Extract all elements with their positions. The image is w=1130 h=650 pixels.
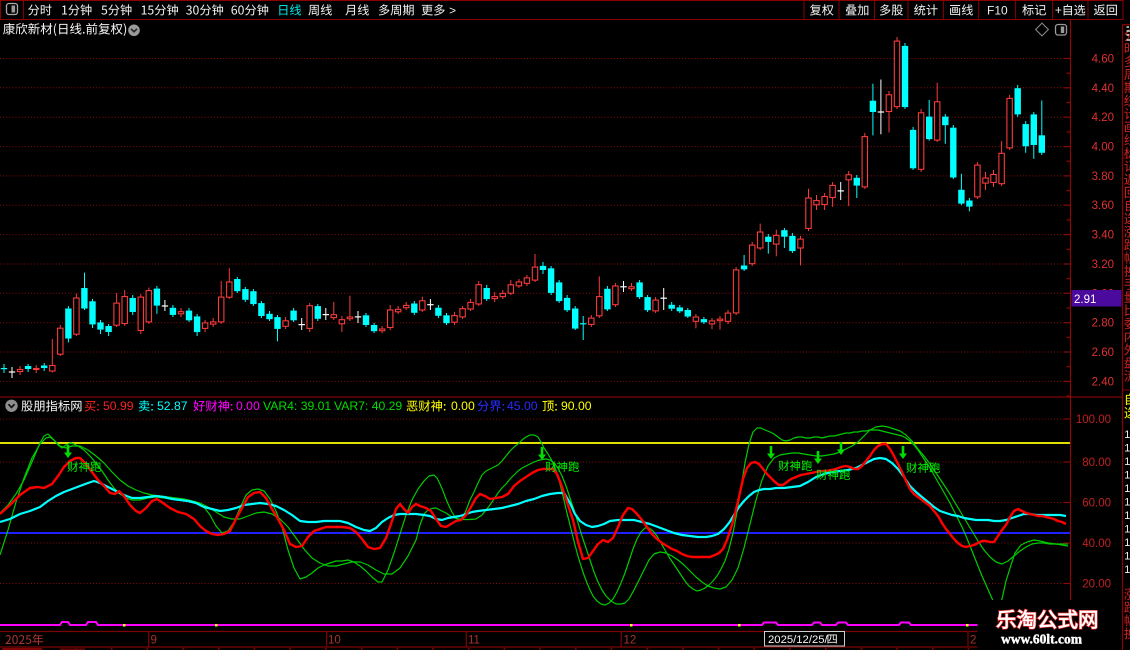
svg-text:>: > [449,4,456,18]
svg-text:1: 1 [1124,443,1130,455]
svg-text:2.91: 2.91 [1074,294,1096,306]
svg-text:1: 1 [1124,510,1130,522]
svg-text:20.00: 20.00 [1082,579,1111,591]
svg-text:4.40: 4.40 [1092,83,1114,95]
svg-text:1: 1 [1124,564,1130,576]
svg-text:F10: F10 [987,4,1008,18]
svg-text:52.87: 52.87 [157,399,188,413]
svg-text:2.60: 2.60 [1092,347,1114,359]
svg-text:1: 1 [1124,537,1130,549]
svg-text:1: 1 [1124,551,1130,563]
svg-text:2.80: 2.80 [1092,318,1114,330]
svg-text:2.40: 2.40 [1092,376,1114,388]
svg-text:2025/12/25/: 2025/12/25/ [768,634,829,646]
svg-text:3.80: 3.80 [1092,171,1114,183]
svg-text:10: 10 [328,635,341,647]
svg-text:VAR7: 40.29: VAR7: 40.29 [334,399,402,413]
svg-text:40.00: 40.00 [1082,538,1111,550]
svg-text:4.60: 4.60 [1092,54,1114,66]
svg-text:1: 1 [1124,429,1130,441]
svg-text:1: 1 [1124,456,1130,468]
svg-text:0.00: 0.00 [451,399,475,413]
svg-text:VAR4: 39.01: VAR4: 39.01 [263,399,331,413]
svg-text:2: 2 [970,635,976,647]
svg-text:45.00: 45.00 [507,399,538,413]
svg-text:www.60lt.com: www.60lt.com [1001,632,1083,647]
svg-text:4.20: 4.20 [1092,112,1114,124]
svg-text:100.00: 100.00 [1076,414,1111,426]
svg-text:9: 9 [151,635,157,647]
svg-text:90.00: 90.00 [561,399,592,413]
svg-text:1: 1 [1124,497,1130,509]
svg-text:1: 1 [1124,524,1130,536]
svg-text:1: 1 [1124,470,1130,482]
svg-text:11: 11 [468,635,480,647]
svg-text:12: 12 [624,635,637,647]
svg-text:1: 1 [1124,483,1130,495]
svg-text:50.99: 50.99 [103,399,134,413]
svg-text:60.00: 60.00 [1082,498,1111,510]
svg-text:0.00: 0.00 [236,399,260,413]
svg-text:4.00: 4.00 [1092,142,1114,154]
svg-text:3.60: 3.60 [1092,200,1114,212]
svg-text:3.40: 3.40 [1092,230,1114,242]
svg-text:3.20: 3.20 [1092,259,1114,271]
svg-text:80.00: 80.00 [1082,457,1111,469]
